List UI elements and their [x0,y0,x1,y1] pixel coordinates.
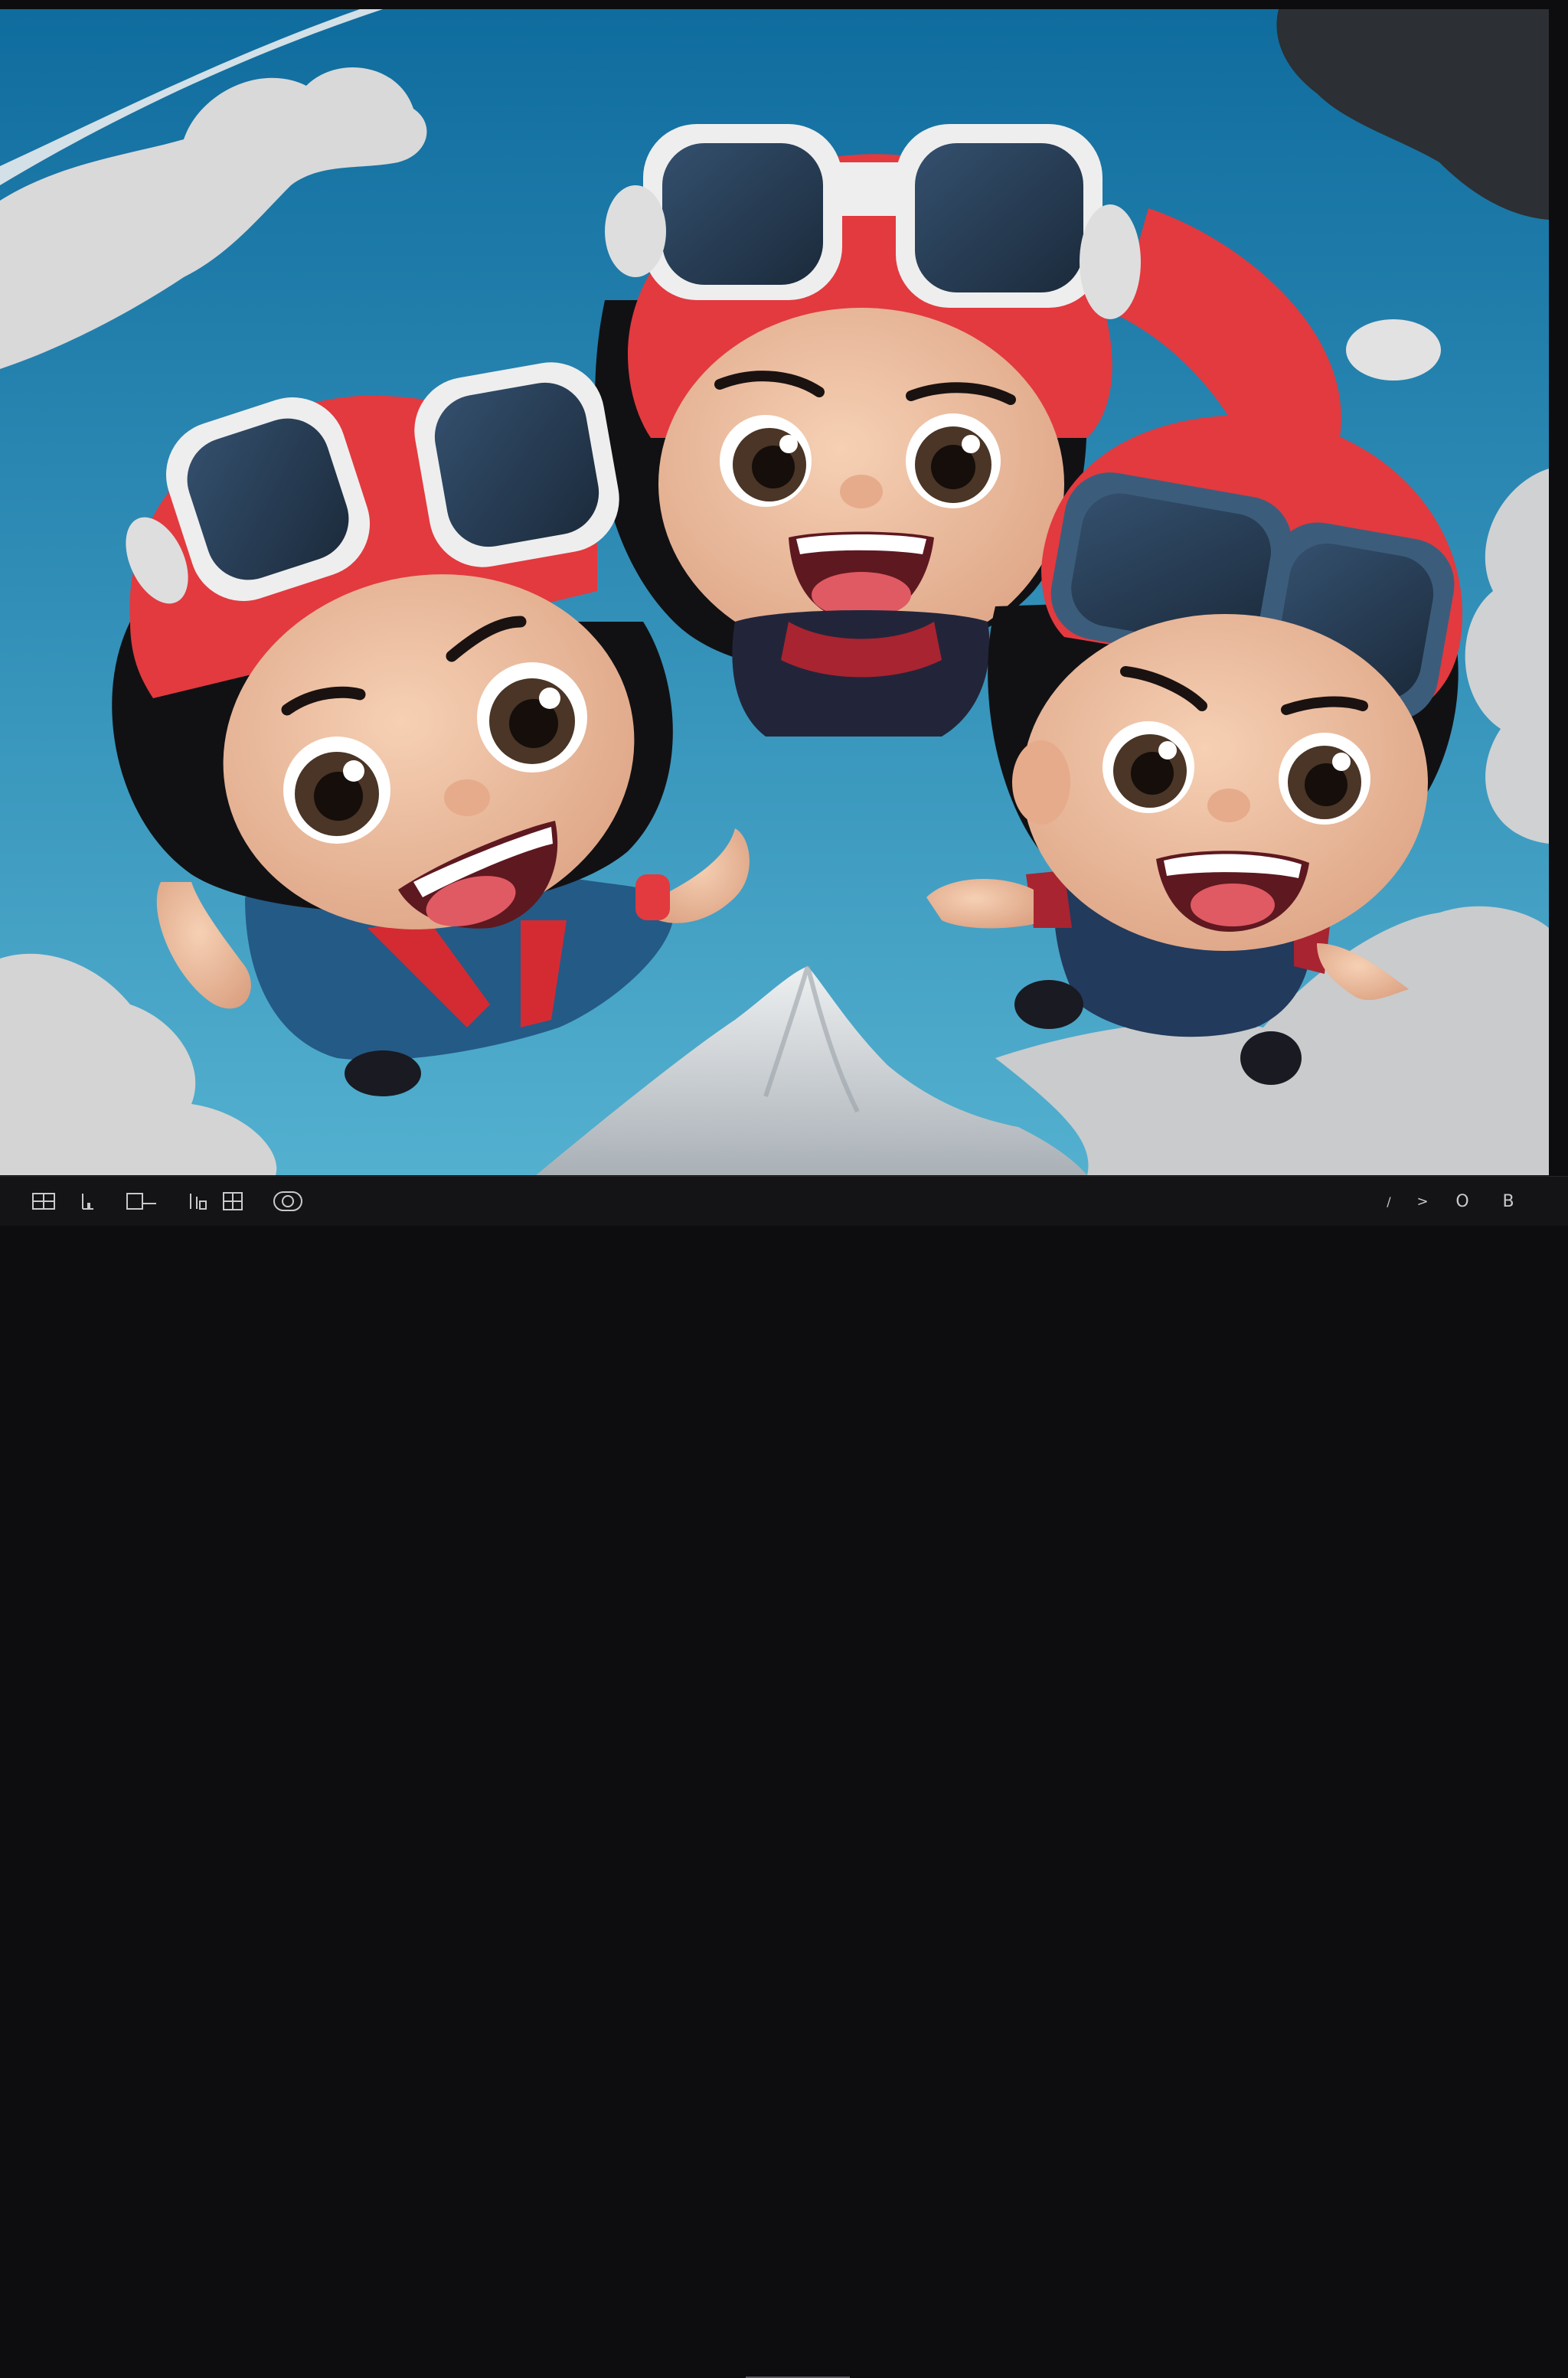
frame-icon[interactable] [126,1191,158,1212]
image-canvas [0,9,1549,1175]
stats-icon[interactable] [78,1191,96,1212]
illustration [0,9,1549,1175]
o-button[interactable]: O [1452,1191,1473,1212]
layers-icon[interactable] [187,1191,208,1212]
cloud-small [1346,319,1441,381]
image-icon[interactable] [222,1191,243,1212]
b-button[interactable]: B [1498,1191,1519,1212]
bottom-toolbar: / > O B [0,1176,1568,2378]
grid-view-icon[interactable] [31,1191,57,1212]
image-viewer: / > O B [0,0,1568,2378]
slash-button[interactable]: / [1381,1191,1396,1212]
loop-icon[interactable] [273,1191,303,1212]
next-button[interactable]: > [1413,1191,1432,1212]
